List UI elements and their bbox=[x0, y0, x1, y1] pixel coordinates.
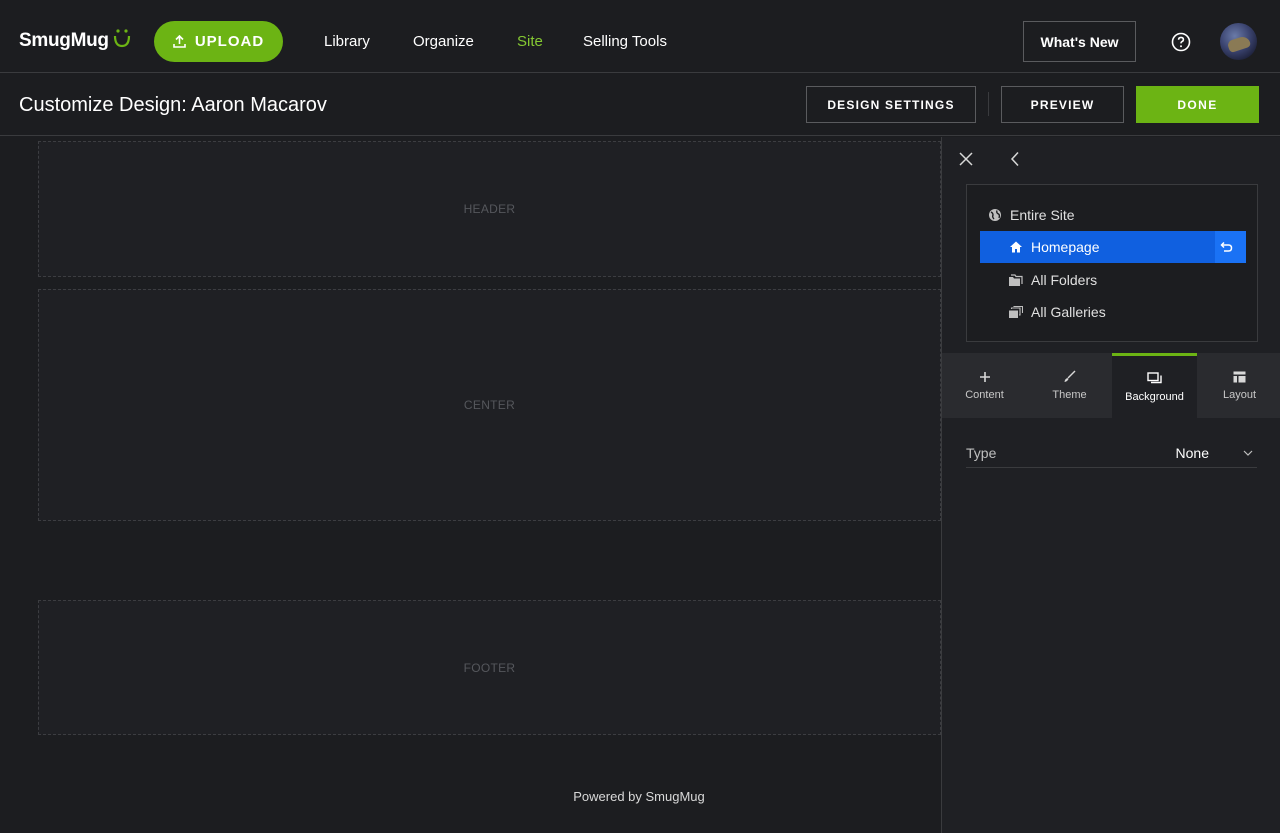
footer-region[interactable]: FOOTER bbox=[38, 600, 941, 735]
tab-label: Layout bbox=[1222, 388, 1257, 401]
plus-icon bbox=[979, 371, 990, 382]
customize-toolbar: Customize Design: Aaron Macarov DESIGN S… bbox=[0, 74, 1280, 136]
undo-icon bbox=[1220, 241, 1233, 252]
scope-all-galleries[interactable]: All Galleries bbox=[1008, 296, 1106, 328]
tab-label: Content bbox=[965, 388, 1004, 401]
upload-button[interactable]: UPLOAD bbox=[154, 21, 283, 62]
top-navigation: SmugMug UPLOAD Library Organize Site Sel… bbox=[0, 0, 1280, 73]
header-region[interactable]: HEADER bbox=[38, 141, 941, 277]
type-value: None bbox=[1175, 445, 1209, 461]
toolbar-divider bbox=[988, 92, 989, 116]
background-type-select[interactable]: Type None bbox=[966, 442, 1257, 468]
globe-icon bbox=[989, 209, 1001, 221]
scope-label: All Folders bbox=[1031, 272, 1098, 288]
scope-entire-site[interactable]: Entire Site bbox=[988, 199, 1075, 231]
nav-library[interactable]: Library bbox=[324, 33, 370, 50]
folders-icon bbox=[1009, 273, 1023, 286]
user-avatar[interactable] bbox=[1220, 23, 1257, 60]
layout-icon bbox=[1233, 371, 1246, 382]
tab-label: Theme bbox=[1052, 389, 1087, 401]
tab-layout[interactable]: Layout bbox=[1197, 353, 1280, 418]
nav-organize[interactable]: Organize bbox=[413, 33, 474, 50]
home-icon bbox=[1010, 241, 1022, 253]
design-settings-button[interactable]: DESIGN SETTINGS bbox=[806, 86, 976, 123]
nav-selling-tools[interactable]: Selling Tools bbox=[583, 33, 667, 50]
page-title: Customize Design: Aaron Macarov bbox=[19, 94, 327, 116]
smugmug-logo[interactable]: SmugMug bbox=[19, 29, 131, 52]
type-label: Type bbox=[966, 445, 997, 461]
background-icon bbox=[1147, 371, 1162, 383]
brush-icon bbox=[1064, 370, 1076, 382]
design-canvas: HEADER CENTER FOOTER bbox=[0, 137, 941, 833]
customize-panel: Entire Site Homepage All Folders All Gal… bbox=[941, 137, 1280, 833]
nav-site[interactable]: Site bbox=[517, 33, 543, 50]
done-button[interactable]: DONE bbox=[1136, 86, 1259, 123]
scope-homepage[interactable]: Homepage bbox=[980, 231, 1246, 263]
whats-new-button[interactable]: What's New bbox=[1023, 21, 1136, 62]
reset-homepage-button[interactable] bbox=[1215, 231, 1246, 263]
tab-label: Background bbox=[1125, 390, 1184, 403]
scope-tree: Entire Site Homepage All Folders All Gal… bbox=[966, 184, 1258, 342]
help-icon[interactable] bbox=[1171, 32, 1191, 52]
preview-button[interactable]: PREVIEW bbox=[1001, 86, 1124, 123]
chevron-left-icon[interactable] bbox=[1009, 151, 1021, 167]
panel-tabs: Content Theme Background Layout bbox=[942, 353, 1280, 418]
smile-icon bbox=[113, 29, 130, 48]
scope-label: All Galleries bbox=[1031, 304, 1106, 320]
upload-label: UPLOAD bbox=[194, 33, 265, 50]
chevron-down-icon bbox=[1243, 450, 1253, 456]
tab-theme[interactable]: Theme bbox=[1027, 353, 1112, 418]
center-region[interactable]: CENTER bbox=[38, 289, 941, 521]
logo-text: SmugMug bbox=[19, 30, 109, 51]
scope-all-folders[interactable]: All Folders bbox=[1008, 264, 1097, 296]
tab-background[interactable]: Background bbox=[1112, 353, 1197, 418]
scope-label: Homepage bbox=[1031, 239, 1100, 255]
upload-icon bbox=[173, 35, 186, 48]
tab-content[interactable]: Content bbox=[942, 353, 1027, 418]
scope-label: Entire Site bbox=[1010, 207, 1075, 223]
close-icon[interactable] bbox=[958, 151, 974, 167]
galleries-icon bbox=[1009, 305, 1023, 318]
